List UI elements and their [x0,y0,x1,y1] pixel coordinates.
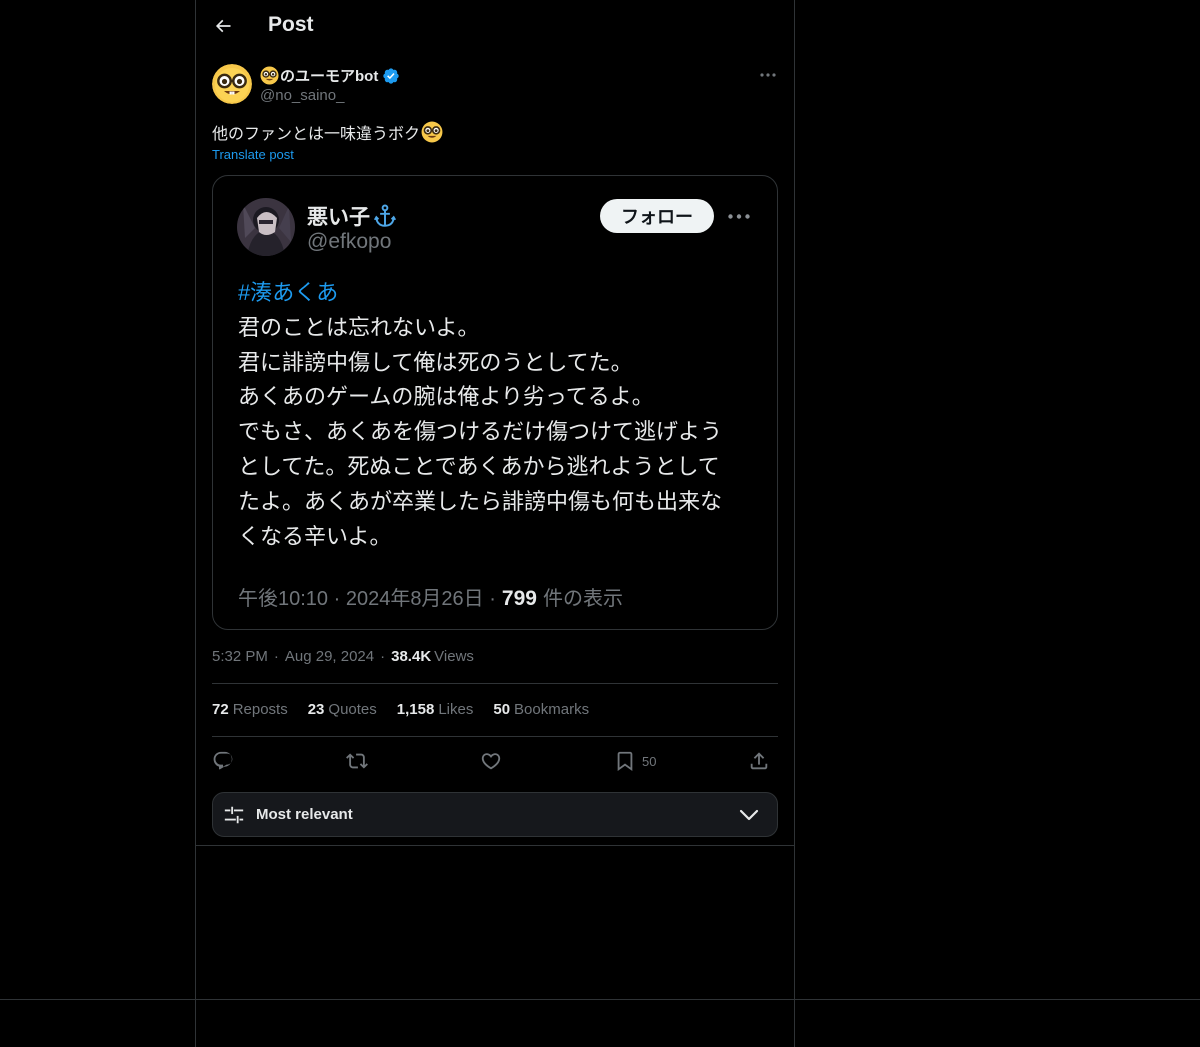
more-icon [760,73,776,77]
nerd-face-icon [212,64,252,104]
likes-count: 1,158 [396,701,435,718]
post-text: 他のファンとは一味違うボク [212,126,421,143]
header: Post [196,0,794,53]
post-detail-column: Post のユーモアbot @no_saino_ 他のファンとは一味違うボク T… [196,0,794,846]
views-count: 38.4K [391,648,432,665]
page: Post のユーモアbot @no_saino_ 他のファンとは一味違うボク T… [0,0,1200,1047]
back-arrow-icon [215,19,231,33]
reply-icon [213,751,233,770]
separator-dot: · [273,648,279,665]
share-icon [750,752,768,770]
embedded-line: 君のことは忘れないよ。 [238,314,480,340]
embedded-more-icon [727,206,751,226]
views-label: Views [434,648,474,665]
author-name: のユーモアbot [280,68,379,85]
like-icon [481,753,501,770]
author-handle[interactable]: @no_saino_ [260,87,344,104]
embedded-line: としてた。死ぬことであくあから逃れようとして [238,453,720,479]
embedded-avatar [237,198,295,256]
back-button[interactable] [208,11,238,41]
reposts-count: 72 [212,701,229,718]
verified-badge [382,67,400,85]
post-time[interactable]: 5:32 PM [212,648,268,665]
verified-badge-icon [383,67,400,84]
author-name-row[interactable]: のユーモアbot [260,65,400,86]
nerd-face-icon [260,66,279,85]
bookmarks-label: Bookmarks [514,701,590,718]
separator-dot: · [380,648,386,665]
likes-stat[interactable]: 1,158 Likes [397,701,474,718]
like-button[interactable] [480,747,502,775]
reposts-stat[interactable]: 72 Reposts [212,701,288,718]
sort-label: Most relevant [256,806,353,823]
post-date[interactable]: Aug 29, 2024 [285,648,374,665]
post-meta: 5:32 PM · Aug 29, 2024 · 38.4K Views [212,648,474,665]
page-title: Post [268,13,314,36]
embedded-text: #湊あくあ 君のことは忘れないよ。 君に誹謗中傷して俺は死のうとしてた。 あくあ… [238,276,758,554]
repost-button[interactable] [346,747,368,775]
quotes-count: 23 [307,701,325,718]
divider [212,683,778,684]
embedded-name-row: 悪い子 [307,201,398,231]
divider [212,736,778,737]
reply-button[interactable] [212,747,234,775]
reply-sort-dropdown[interactable]: Most relevant [212,792,778,837]
embedded-follow-button: フォロー [600,199,714,233]
bookmark-button[interactable]: 50 [614,747,656,775]
likes-label: Likes [438,701,474,718]
sliders-icon [224,806,244,824]
bookmarks-count: 50 [493,701,511,718]
embedded-line: あくあのゲームの腕は俺より劣ってるよ。 [238,384,654,410]
translate-post-link[interactable]: Translate post [212,147,294,162]
embedded-line: でもさ、あくあを傷つけるだけ傷つけて逃げよう [238,419,723,445]
post-image[interactable]: 悪い子 @efkopo フォロー #湊あくあ 君のことは忘れないよ。 君に誹謗中… [212,175,778,630]
bottom-divider [0,999,1200,1000]
embedded-meta: 午後10:10 · 2024年8月26日 · 799 件の表示 [238,582,623,611]
reposts-label: Reposts [232,701,288,718]
bookmark-count: 50 [642,753,657,769]
embedded-views-count: 799 [501,587,537,610]
embedded-handle: @efkopo [307,230,392,253]
bookmark-icon [617,751,633,772]
chevron-down-icon [739,809,759,821]
anchor-icon [373,204,397,227]
embedded-views-label: 件の表示 [542,588,623,610]
author-avatar[interactable] [212,64,252,104]
embedded-line: たよ。あくあが卒業したら誹謗中傷も何も出来な [238,488,723,514]
embedded-name: 悪い子 [307,206,370,229]
engagement-stats: 72 Reposts 23 Quotes 1,158 Likes 50 Bookmark… [212,701,609,718]
more-button[interactable] [756,65,780,85]
portrait-image-icon [237,198,295,256]
post-text-row: 他のファンとは一味違うボク [212,120,443,144]
quotes-stat[interactable]: 23 Quotes [308,701,377,718]
nerd-face-icon [421,121,443,143]
bookmarks-stat[interactable]: 50 Bookmarks [493,701,589,718]
right-border [794,0,795,1047]
embedded-hashtag: #湊あくあ [238,280,339,305]
embedded-line: 君に誹謗中傷して俺は死のうとしてた。 [238,349,633,375]
embedded-timestamp: 午後10:10 · 2024年8月26日 · [238,588,496,610]
more-icon [728,213,750,219]
embedded-line: くなる辛いよ。 [238,523,392,549]
action-bar: 50 [212,747,778,775]
quotes-label: Quotes [328,701,377,718]
share-button[interactable] [748,747,770,775]
repost-icon [346,753,368,769]
